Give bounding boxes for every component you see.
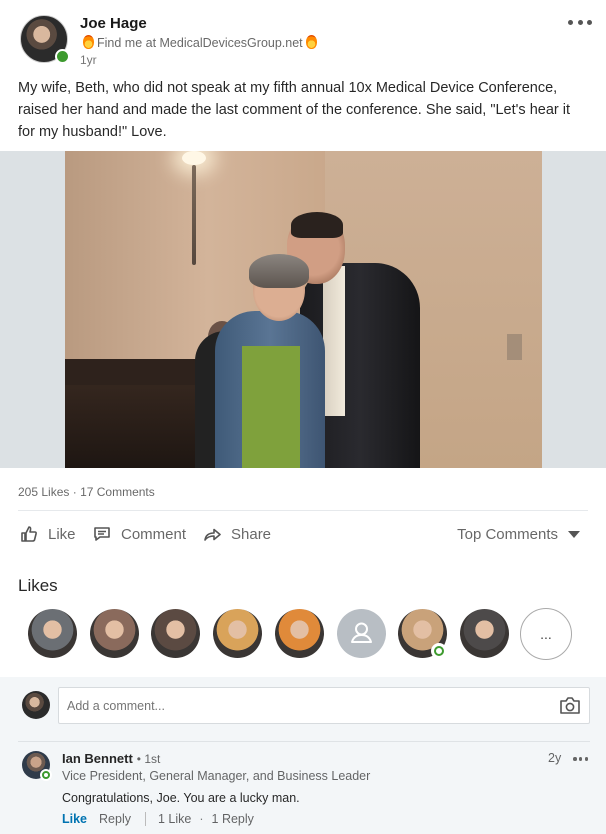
photo-switch-plate <box>507 334 522 360</box>
more-likers-button[interactable]: ... <box>520 608 572 660</box>
comment-composer[interactable] <box>58 687 590 724</box>
comment-reply-count[interactable]: 1 Reply <box>212 812 254 826</box>
commenter-headline: Vice President, General Manager, and Bus… <box>62 769 371 783</box>
comments-count[interactable]: 17 Comments <box>80 485 155 499</box>
more-icon <box>573 757 577 761</box>
commenter-name[interactable]: Ian Bennett • 1st <box>62 751 160 766</box>
fire-icon <box>305 35 317 49</box>
more-icon-dot <box>584 757 588 761</box>
liker-avatar[interactable] <box>213 609 262 658</box>
more-likers-label: ... <box>540 626 552 642</box>
commenter-online-status-icon <box>40 769 52 781</box>
divider <box>18 510 588 511</box>
share-icon <box>203 525 221 543</box>
share-button[interactable]: Share <box>203 520 271 548</box>
author-headline: Find me at MedicalDevicesGroup.net <box>80 35 320 50</box>
comment-more-button[interactable] <box>573 757 588 761</box>
liker-avatar[interactable] <box>151 609 200 658</box>
social-counts: 205 Likes · 17 Comments <box>18 485 155 499</box>
comment-button[interactable]: Comment <box>93 520 186 548</box>
post-media[interactable] <box>0 151 606 468</box>
liker-avatar[interactable] <box>28 609 77 658</box>
author-name[interactable]: Joe Hage <box>80 15 147 32</box>
author-avatar[interactable] <box>20 15 70 64</box>
post-header: Joe Hage Find me at MedicalDevicesGroup.… <box>0 0 606 72</box>
comment-body: Congratulations, Joe. You are a lucky ma… <box>62 791 300 805</box>
author-headline-text: Find me at MedicalDevicesGroup.net <box>97 36 303 50</box>
photo-man-shirt <box>323 266 345 416</box>
photo-table <box>65 359 215 385</box>
comment-like-count[interactable]: 1 Like <box>158 812 191 826</box>
comment-actions-divider <box>144 812 146 826</box>
like-label: Like <box>48 525 76 543</box>
liker-avatar-placeholder[interactable] <box>337 609 386 658</box>
more-icon-dot <box>578 757 583 761</box>
counts-separator: · <box>72 485 77 499</box>
photo-woman-top <box>242 346 300 468</box>
camera-icon[interactable] <box>559 696 581 716</box>
online-status-icon <box>55 49 70 64</box>
photo-wall-lamp <box>177 151 211 271</box>
comment-like-button[interactable]: Like <box>62 812 87 826</box>
comment-sort-label: Top Comments <box>457 525 558 543</box>
liker-avatar[interactable] <box>90 609 139 658</box>
likes-count[interactable]: 205 Likes <box>18 485 69 499</box>
comment-timestamp: 2y <box>548 751 562 765</box>
post-actions: Like Comment Share Top Comments <box>0 520 606 548</box>
more-icon-dot <box>577 19 583 25</box>
connection-degree: • 1st <box>136 752 161 766</box>
comment-counts-separator: · <box>199 812 204 826</box>
comment-actions: Like Reply 1 Like · 1 Reply <box>62 812 254 826</box>
share-label: Share <box>231 525 272 543</box>
likes-section-title: Likes <box>18 576 58 595</box>
comments-area: Ian Bennett• 1st Vice President, General… <box>0 677 606 834</box>
more-icon <box>568 19 573 25</box>
post-more-button[interactable] <box>568 14 592 30</box>
photo-woman-hair <box>249 254 309 288</box>
photo-lamp-glow <box>182 151 206 165</box>
post-text: My wife, Beth, who did not speak at my f… <box>18 80 570 140</box>
comment-sort-dropdown[interactable]: Top Comments <box>457 520 580 548</box>
photo-man-hair <box>291 212 343 238</box>
liker-avatar[interactable] <box>275 609 324 658</box>
post-timestamp: 1yr <box>80 53 97 67</box>
comment-input[interactable] <box>67 696 537 716</box>
comment-reply-button[interactable]: Reply <box>99 812 131 826</box>
liker-online-status-icon <box>431 643 447 659</box>
photo-lamp-stem <box>192 165 196 265</box>
like-button[interactable]: Like <box>20 520 76 548</box>
comment-label: Comment <box>121 525 187 543</box>
liker-avatar[interactable] <box>460 609 509 658</box>
person-placeholder-icon <box>351 622 372 643</box>
divider <box>18 741 590 742</box>
like-icon <box>20 525 38 543</box>
more-icon-dot <box>587 19 592 25</box>
fire-icon <box>83 35 94 49</box>
commenter-name-text[interactable]: Ian Bennett <box>62 751 133 766</box>
comment-icon <box>93 525 111 543</box>
current-user-avatar[interactable] <box>22 691 50 719</box>
post-photo[interactable] <box>65 151 542 468</box>
caret-down-icon <box>568 530 580 538</box>
